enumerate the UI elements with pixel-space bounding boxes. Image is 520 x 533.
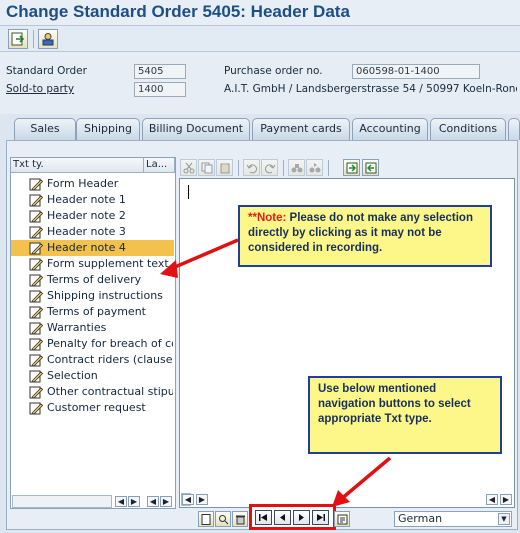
first-page-icon	[259, 514, 267, 521]
last-page-icon	[317, 514, 325, 521]
new-text-button[interactable]	[198, 511, 214, 527]
arrow-head-tree	[160, 260, 178, 278]
language-select[interactable]: German ▼	[394, 511, 512, 527]
arrow-to-tree	[167, 238, 239, 272]
magnifier-icon	[219, 515, 229, 525]
new-document-icon	[201, 514, 211, 525]
trash-icon	[236, 515, 245, 525]
next-text-type-button[interactable]	[293, 510, 310, 525]
arrow-to-nav	[338, 456, 392, 502]
next-page-icon	[299, 514, 304, 521]
navigation-buttons-group	[249, 504, 336, 530]
last-text-type-button[interactable]	[312, 510, 329, 525]
language-select-value: German	[398, 512, 443, 525]
log-icon	[337, 514, 348, 525]
annotation-arrows	[160, 238, 392, 507]
previous-page-icon	[280, 514, 285, 521]
dropdown-icon[interactable]: ▼	[498, 513, 510, 525]
zoom-text-button[interactable]	[215, 511, 231, 527]
previous-text-type-button[interactable]	[274, 510, 291, 525]
delete-text-button[interactable]	[232, 511, 248, 527]
first-text-type-button[interactable]	[255, 510, 272, 525]
text-log-button[interactable]	[334, 511, 350, 527]
